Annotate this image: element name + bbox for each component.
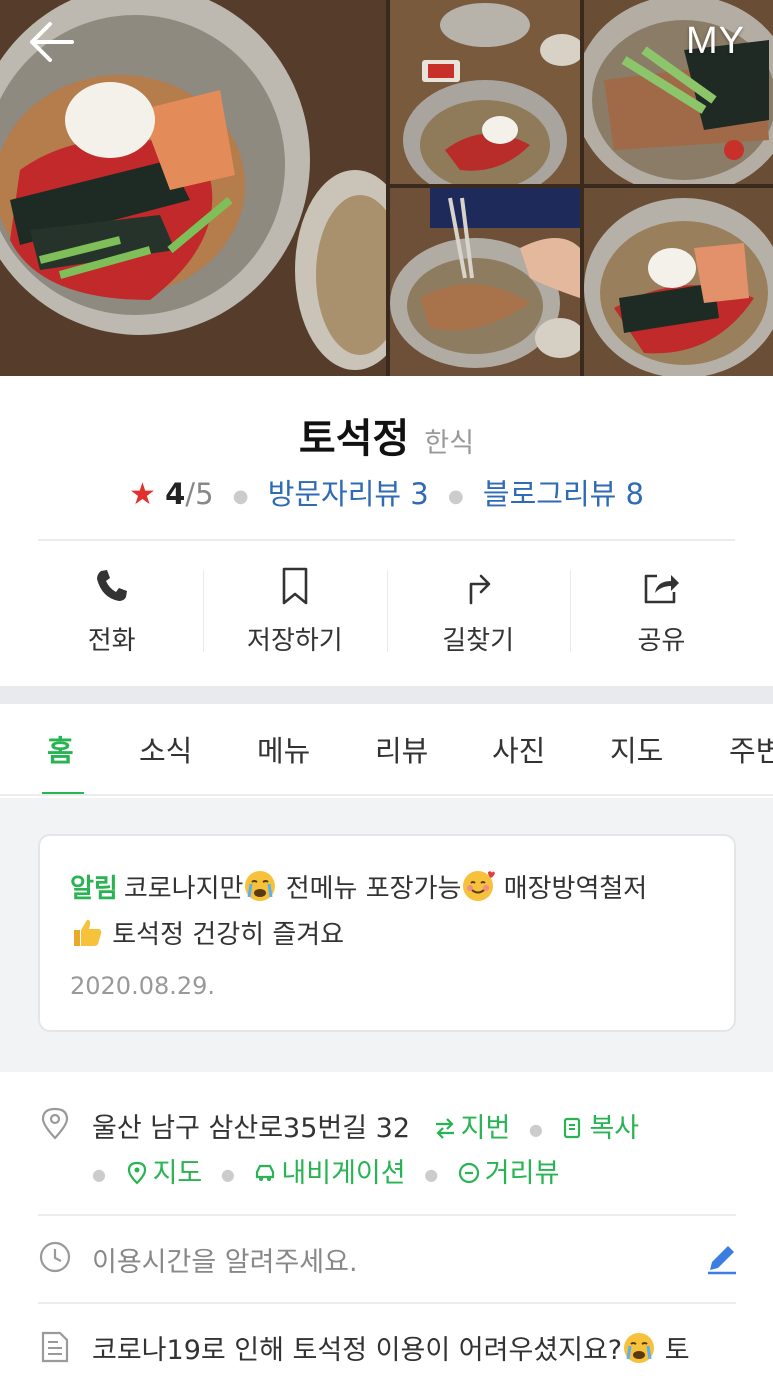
star-icon: ★ (128, 477, 156, 512)
pencil-icon (708, 1246, 736, 1275)
separator-dot: ● (92, 1165, 106, 1184)
separator-dot: ● (232, 485, 249, 507)
description-part: 토 (656, 1335, 690, 1366)
separator-dot: ● (424, 1165, 439, 1184)
description-text: 코로나19로 인해 토석정 이용이 어려우셨지요? 토 (92, 1328, 738, 1374)
map-label: 지도 (152, 1158, 203, 1189)
street-view-label: 거리뷰 (484, 1158, 560, 1189)
share-button[interactable]: 공유 (569, 560, 753, 670)
copy-label: 복사 (589, 1113, 640, 1144)
action-label: 길찾기 (442, 626, 514, 656)
lot-number-label: 지번 (460, 1113, 511, 1144)
car-icon (256, 1164, 275, 1181)
rating-score: 4 (165, 477, 186, 511)
photo-thumbnail[interactable] (390, 0, 580, 184)
action-label: 공유 (637, 626, 686, 656)
navigation-link[interactable]: 내비게이션 (253, 1158, 406, 1189)
phone-icon (96, 570, 127, 601)
thumbs-up-emoji-icon (74, 919, 102, 946)
bookmark-icon (282, 567, 308, 605)
tab-home[interactable]: 홈 (47, 728, 74, 770)
tab-news[interactable]: 소식 (139, 728, 192, 770)
tab-reviews[interactable]: 리뷰 (375, 728, 428, 770)
street-view-link[interactable]: 거리뷰 (457, 1158, 560, 1189)
notice-text-part: 토석정 건강히 즐겨요 (104, 920, 345, 950)
notice-text-part: 코로나지만 (123, 874, 244, 904)
swap-icon (435, 1118, 454, 1139)
tab-menu[interactable]: 메뉴 (257, 728, 310, 770)
visitor-reviews-link[interactable]: 방문자리뷰 3 (268, 477, 429, 511)
notice-text-part: 매장방역철저 (495, 874, 648, 904)
directions-button[interactable]: 길찾기 (386, 560, 570, 670)
save-button[interactable]: 저장하기 (203, 560, 386, 670)
smiling-hearts-emoji-icon (463, 871, 496, 901)
photo-gallery[interactable]: MY (0, 0, 773, 376)
call-button[interactable]: 전화 (20, 560, 203, 670)
lot-number-button[interactable]: 지번 (433, 1113, 511, 1144)
address-text: 울산 남구 삼산로35번길 32 (92, 1113, 411, 1144)
place-category: 한식 (424, 428, 475, 459)
section-gap (0, 686, 773, 704)
edit-hours-button[interactable] (704, 1240, 740, 1276)
copy-icon (564, 1117, 581, 1139)
notice-label: 알림 (70, 874, 118, 904)
separator-dot: ● (528, 1120, 543, 1139)
separator-dot: ● (220, 1165, 235, 1184)
map-link[interactable]: 지도 (125, 1158, 203, 1189)
directions-icon (469, 574, 491, 605)
navigation-label: 내비게이션 (281, 1158, 406, 1189)
notice-text: 알림 코로나지만 전메뉴 포장가능 매장방역철저 토석정 건강히 즐겨요 (70, 866, 704, 958)
divider (38, 1302, 736, 1304)
crying-face-emoji-icon (624, 1333, 655, 1363)
divider (38, 1214, 736, 1216)
clock-icon (39, 1241, 71, 1273)
action-label: 전화 (87, 626, 136, 656)
tab-map[interactable]: 지도 (610, 728, 663, 770)
arrow-left-icon (30, 22, 74, 62)
document-icon (41, 1331, 69, 1363)
separator-dot: ● (447, 485, 464, 507)
location-pin-icon (41, 1107, 69, 1140)
share-icon (645, 574, 680, 604)
copy-address-button[interactable]: 복사 (561, 1113, 639, 1144)
back-button[interactable] (26, 20, 78, 66)
map-pin-icon (127, 1161, 146, 1185)
notice-card[interactable]: 알림 코로나지만 전메뉴 포장가능 매장방역철저 토석정 건강히 즐겨요 2020… (38, 834, 736, 1032)
rating-row: ★ 4/5 ● 방문자리뷰 3 ● 블로그리뷰 8 (0, 471, 773, 513)
tab-nearby[interactable]: 주변 (729, 728, 773, 770)
active-tab-indicator (42, 792, 84, 794)
blog-reviews-link[interactable]: 블로그리뷰 8 (483, 477, 644, 511)
divider (38, 539, 735, 541)
hours-placeholder[interactable]: 이용시간을 알려주세요. (92, 1240, 358, 1279)
crying-face-emoji-icon (245, 871, 276, 901)
rating-max: /5 (185, 477, 214, 511)
title-row: 토석정 한식 (0, 406, 773, 464)
address-line: 울산 남구 삼산로35번길 32 지번 ● 복사 (92, 1106, 639, 1145)
action-bar: 전화 저장하기 길찾기 공유 (20, 560, 753, 670)
my-page-button[interactable]: MY (686, 20, 745, 63)
notice-date: 2020.08.29. (70, 972, 216, 1000)
description-part: 코로나19로 인해 토석정 이용이 어려우셨지요? (92, 1335, 623, 1366)
street-view-icon (458, 1162, 479, 1184)
action-label: 저장하기 (247, 626, 343, 656)
notice-section: 알림 코로나지만 전메뉴 포장가능 매장방역철저 토석정 건강히 즐겨요 2020… (0, 798, 773, 1072)
tab-photos[interactable]: 사진 (492, 728, 545, 770)
tab-bar: 홈 소식 메뉴 리뷰 사진 지도 주변 (0, 704, 773, 796)
photo-thumbnail[interactable] (584, 188, 773, 376)
photo-thumbnail[interactable] (390, 188, 580, 376)
notice-text-part: 전메뉴 포장가능 (277, 874, 462, 904)
address-links: ● 지도 ● 내비게이션 ● 거리뷰 (92, 1151, 559, 1190)
place-name: 토석정 (298, 416, 410, 462)
